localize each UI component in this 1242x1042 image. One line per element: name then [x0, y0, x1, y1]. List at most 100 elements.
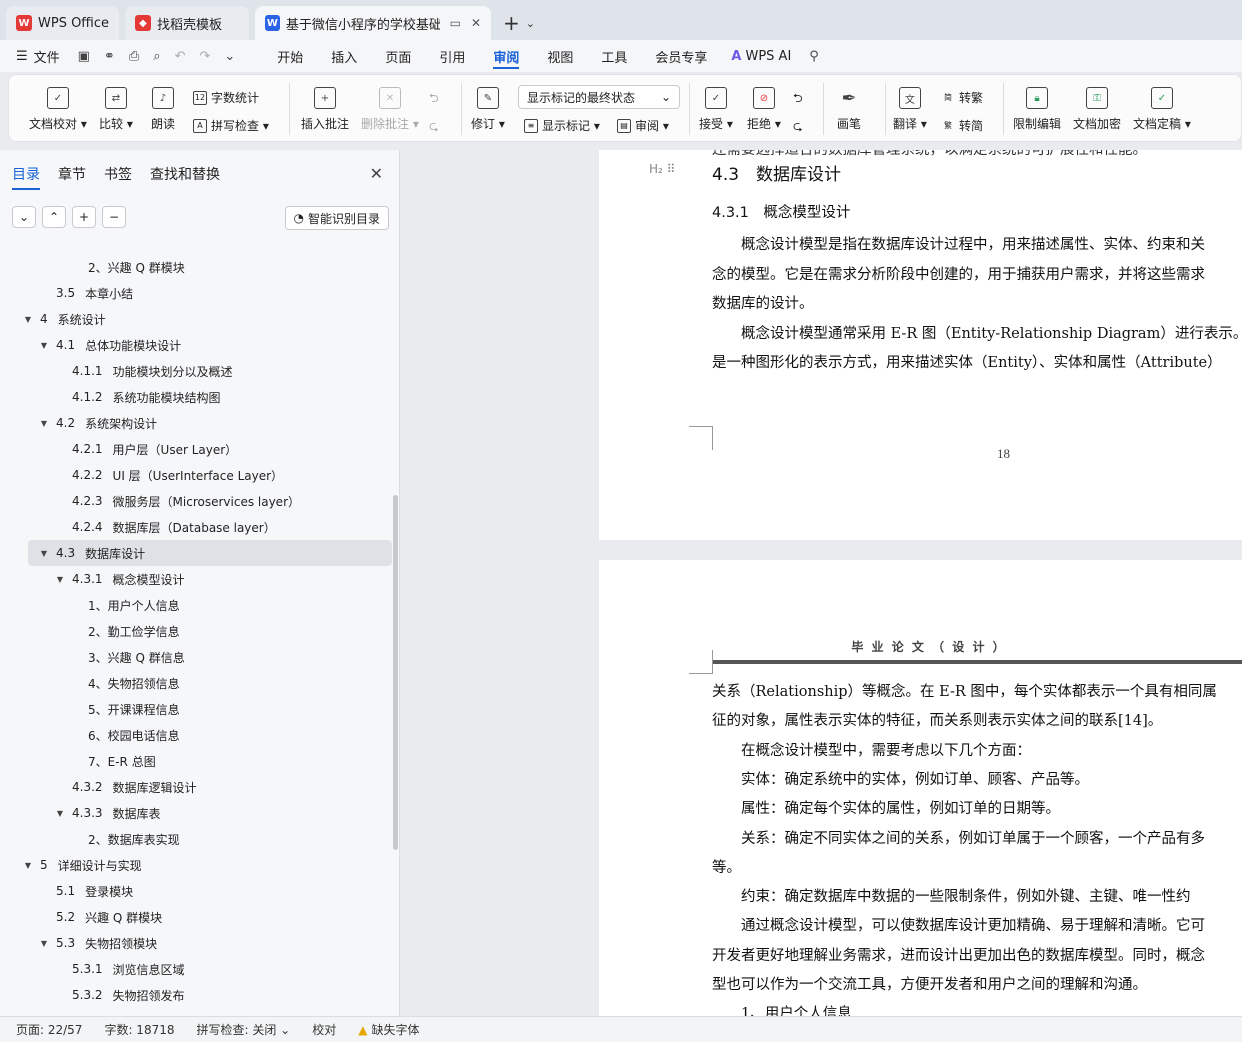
to-traditional-button[interactable]: 简 转繁	[941, 89, 983, 106]
print-preview-icon[interactable]: ⌕	[153, 49, 160, 64]
menu-view[interactable]: 视图	[547, 40, 573, 72]
expand-arrow-icon[interactable]: ▼	[22, 861, 34, 870]
toc-item[interactable]: 4.3.2 数据库逻辑设计	[0, 774, 392, 800]
proofread-button[interactable]: 校对	[312, 1021, 336, 1038]
finalize-button[interactable]: ✓ 文档定稿 ▾	[1133, 87, 1191, 132]
toc-item[interactable]: 3.5 本章小结	[0, 280, 392, 306]
expand-arrow-icon[interactable]: ▼	[38, 419, 50, 428]
toc-item[interactable]: ▼ 4 系统设计	[0, 306, 392, 332]
toc-item[interactable]: 4.1.2 系统功能模块结构图	[0, 384, 392, 410]
toc-item[interactable]: ▼ 4.2 系统架构设计	[0, 410, 392, 436]
print-icon[interactable]: ⎙	[129, 49, 139, 64]
chevron-down-icon[interactable]: ⌄	[224, 49, 235, 64]
file-menu[interactable]: ☰ 文件	[16, 47, 60, 66]
link-icon[interactable]: ⚭	[104, 49, 115, 64]
tab-wps-office[interactable]: W WPS Office	[6, 6, 120, 40]
pen-button[interactable]: ✒ 画笔	[837, 87, 861, 132]
previous-comment-icon[interactable]: ⮌	[429, 89, 439, 110]
menu-insert[interactable]: 插入	[331, 40, 357, 72]
insert-comment-button[interactable]: + 插入批注	[301, 87, 349, 132]
search-icon[interactable]: ⚲	[809, 49, 819, 64]
expand-arrow-icon[interactable]: ▼	[54, 575, 66, 584]
expand-arrow-icon[interactable]: ▼	[38, 939, 50, 948]
expand-arrow-icon[interactable]: ▼	[38, 341, 50, 350]
expand-arrow-icon[interactable]: ▼	[38, 549, 50, 558]
toc-scrollbar[interactable]	[393, 495, 398, 850]
tab-docer-templates[interactable]: ◆ 找稻壳模板	[125, 6, 250, 40]
toc-item[interactable]: 2、 勤工俭学信息	[0, 618, 392, 644]
read-aloud-button[interactable]: ♪ 朗读	[151, 87, 175, 132]
spell-check-status[interactable]: 拼写检查: 关闭 ⌄	[197, 1021, 291, 1038]
smart-toc-button[interactable]: ◔ 智能识别目录	[284, 206, 389, 230]
toc-item[interactable]: 4.2.2 UI 层（UserInterface Layer）	[0, 462, 392, 488]
to-simplified-button[interactable]: 繁 转简	[941, 117, 983, 134]
toc-item[interactable]: 7、 E-R 总图	[0, 748, 392, 774]
toc-item[interactable]: ▼ 4.1 总体功能模块设计	[0, 332, 392, 358]
menu-wps-ai[interactable]: A WPS AI	[731, 40, 791, 72]
missing-font-indicator[interactable]: ▲ 缺失字体	[358, 1021, 419, 1038]
remove-heading-icon[interactable]: −	[102, 206, 126, 228]
menu-page[interactable]: 页面	[385, 40, 411, 72]
close-icon[interactable]: ✕	[370, 164, 383, 183]
translate-button[interactable]: 文 翻译 ▾	[893, 87, 927, 132]
menu-home[interactable]: 开始	[277, 40, 303, 72]
toc-item[interactable]: 1、 用户个人信息	[0, 592, 392, 618]
doc-check-button[interactable]: ✓ 文档校对 ▾	[29, 87, 87, 132]
menu-review[interactable]: 审阅	[493, 40, 520, 72]
toc-item[interactable]: ▼ 5 详细设计与实现	[0, 852, 392, 878]
toc-item[interactable]: 4、 失物招领信息	[0, 670, 392, 696]
toc-item[interactable]: 4.2.4 数据库层（Database layer）	[0, 514, 392, 540]
compare-button[interactable]: ⇄ 比较 ▾	[99, 87, 133, 132]
next-comment-icon[interactable]: ⮎	[429, 117, 439, 138]
encrypt-button[interactable]: ⚿ 文档加密	[1073, 87, 1121, 132]
review-pane-button[interactable]: ▤ 审阅 ▾	[617, 117, 669, 134]
toc-item[interactable]: 6、 校园电话信息	[0, 722, 392, 748]
revise-button[interactable]: ✎ 修订 ▾	[471, 87, 505, 132]
menu-membership[interactable]: 会员专享	[655, 40, 707, 72]
expand-down-icon[interactable]: ⌄	[12, 206, 36, 228]
new-tab-icon[interactable]: +	[497, 6, 526, 40]
delete-comment-button[interactable]: ✕ 删除批注 ▾	[361, 87, 419, 132]
toc-item[interactable]: 5.3.2 失物招领发布	[0, 982, 392, 1008]
heading-marker-icon[interactable]: H₂ ⠿	[649, 162, 675, 176]
toc-item[interactable]: 4.2.3 微服务层（Microservices layer）	[0, 488, 392, 514]
close-icon[interactable]: ✕	[471, 16, 481, 30]
tab-bookmark[interactable]: 书签	[104, 164, 132, 184]
tab-current-document[interactable]: W 基于微信小程序的学校基础服 ▭ ✕	[255, 6, 492, 40]
expand-arrow-icon[interactable]: ▼	[22, 315, 34, 324]
word-count-indicator[interactable]: 字数: 18718	[104, 1021, 174, 1038]
toc-item[interactable]: 2、 数据库表实现	[0, 826, 392, 852]
toc-item[interactable]: ▼ 4.3 数据库设计	[28, 540, 392, 566]
undo-icon[interactable]: ↶	[175, 49, 186, 64]
page-indicator[interactable]: 页面: 22/57	[16, 1021, 82, 1038]
toc-item[interactable]: 5.1 登录模块	[0, 878, 392, 904]
toc-item[interactable]: 3、 兴趣 Q 群信息	[0, 644, 392, 670]
word-count-button[interactable]: 12 字数统计	[193, 89, 259, 106]
menu-tools[interactable]: 工具	[601, 40, 627, 72]
previous-change-icon[interactable]: ⮌	[793, 89, 803, 110]
expand-arrow-icon[interactable]: ▼	[54, 809, 66, 818]
reject-button[interactable]: ⊘ 拒绝 ▾	[747, 87, 781, 132]
toc-item[interactable]: 5、 开课课程信息	[0, 696, 392, 722]
toc-item[interactable]: 2、 兴趣 Q 群模块	[0, 254, 392, 280]
toc-item[interactable]: 4.2.1 用户层（User Layer）	[0, 436, 392, 462]
restrict-edit-button[interactable]: 🔒︎ 限制编辑	[1013, 87, 1061, 132]
toc-item[interactable]: ▼ 5.3 失物招领模块	[0, 930, 392, 956]
screen-icon[interactable]: ▭	[450, 16, 461, 30]
tab-find-replace[interactable]: 查找和替换	[150, 164, 220, 184]
accept-button[interactable]: ✓ 接受 ▾	[699, 87, 733, 132]
tab-chapter[interactable]: 章节	[58, 164, 86, 184]
toc-item[interactable]: 5.3.1 浏览信息区域	[0, 956, 392, 982]
toc-item[interactable]: 4.1.1 功能模块划分以及概述	[0, 358, 392, 384]
toc-item[interactable]: ▼ 4.3.1 概念模型设计	[0, 566, 392, 592]
show-markup-button[interactable]: ≡ 显示标记 ▾	[524, 117, 600, 134]
spell-check-button[interactable]: A 拼写检查 ▾	[193, 117, 269, 134]
menu-reference[interactable]: 引用	[439, 40, 465, 72]
collapse-up-icon[interactable]: ⌃	[42, 206, 66, 228]
tab-toc[interactable]: 目录	[12, 164, 40, 190]
next-change-icon[interactable]: ⮎	[793, 117, 803, 138]
chevron-down-icon[interactable]: ⌄	[526, 6, 535, 40]
toc-item[interactable]: 5.2 兴趣 Q 群模块	[0, 904, 392, 930]
markup-state-select[interactable]: 显示标记的最终状态 ⌄	[518, 85, 680, 109]
toc-item[interactable]: ▼ 4.3.3 数据库表	[0, 800, 392, 826]
